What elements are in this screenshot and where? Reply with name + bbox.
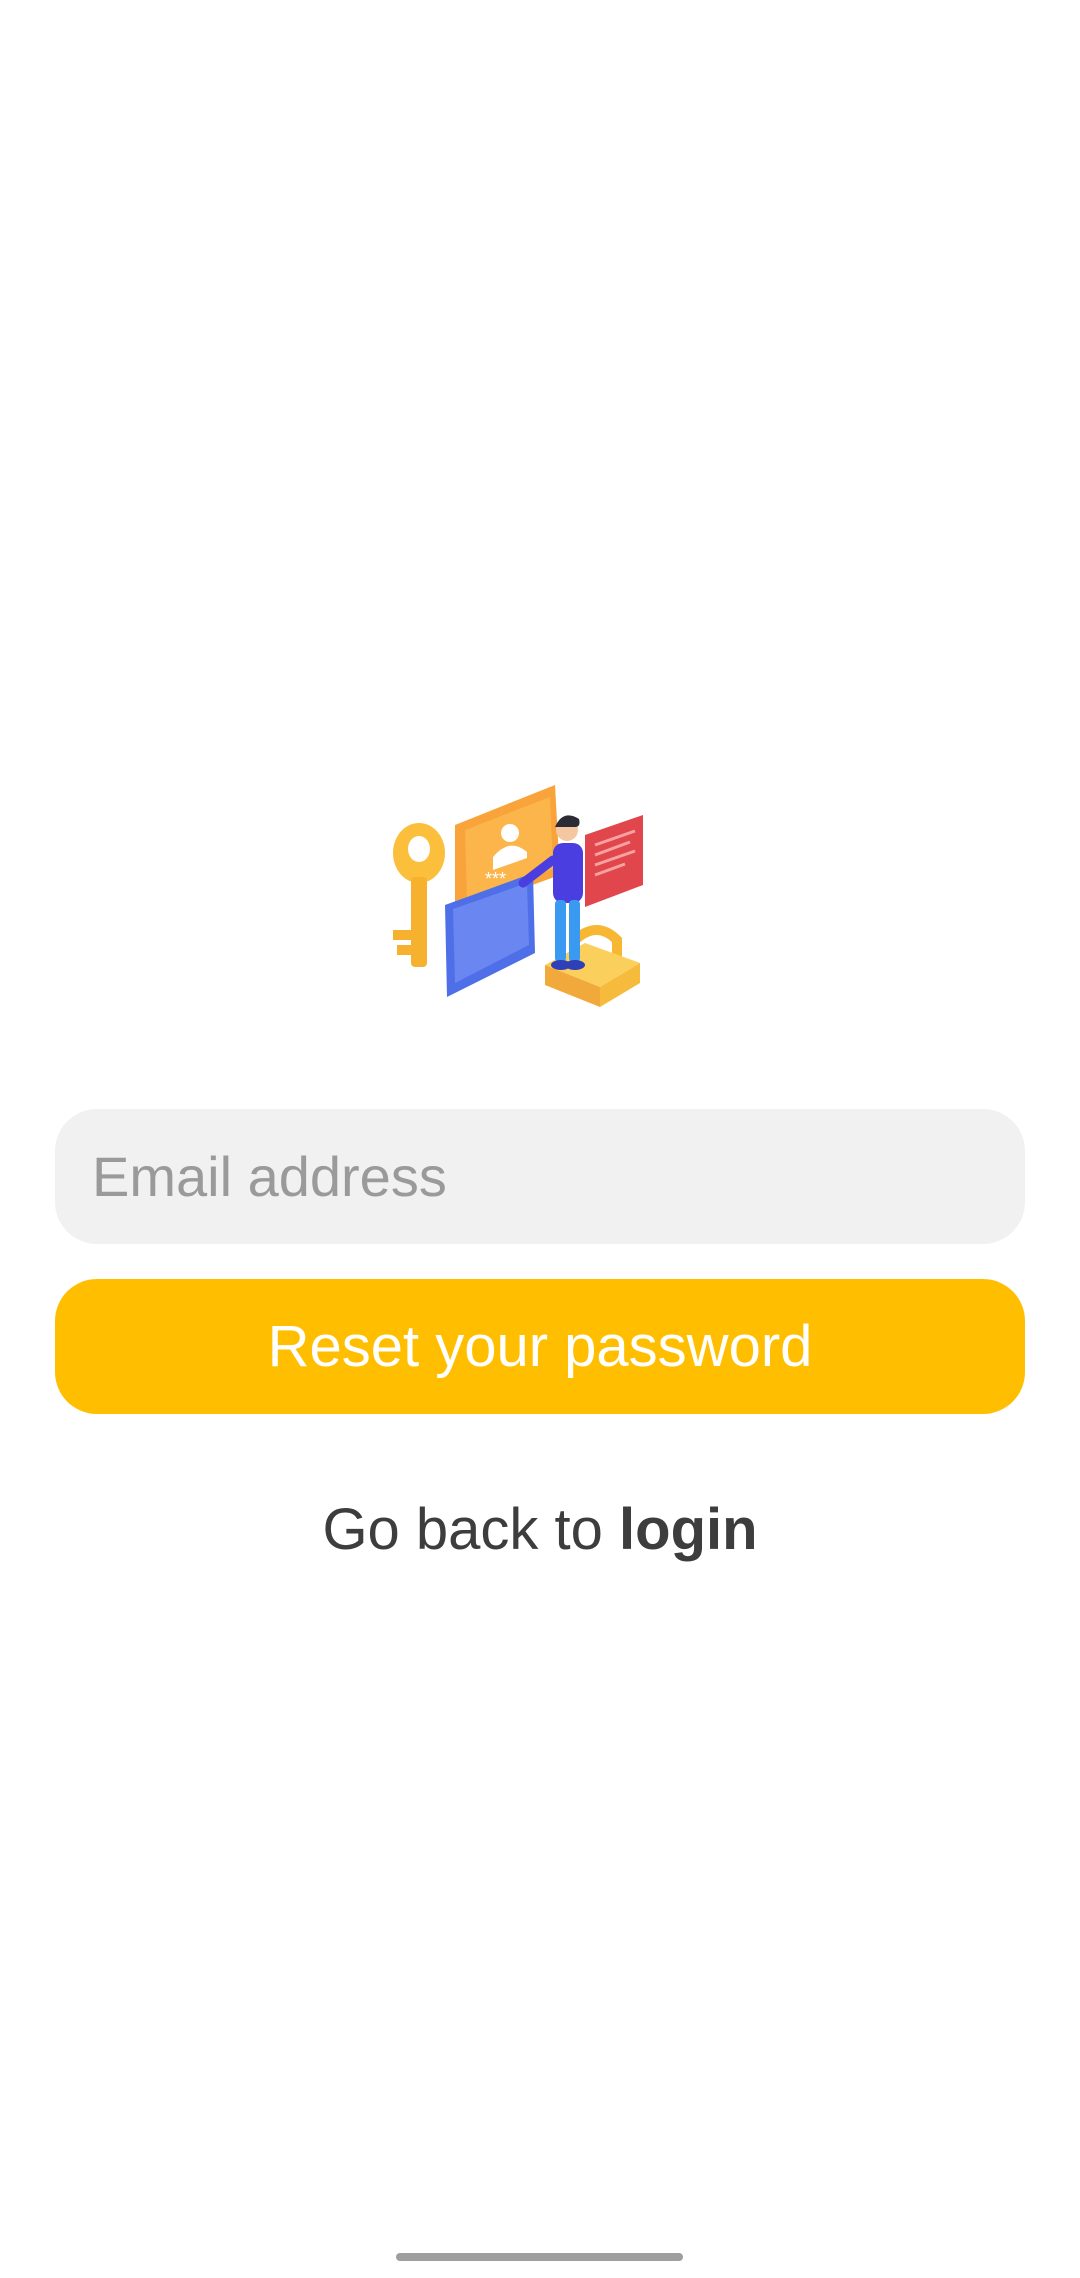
email-field[interactable] bbox=[55, 1109, 1025, 1244]
code-card-icon bbox=[585, 815, 643, 907]
reset-password-label: Reset your password bbox=[267, 1314, 813, 1379]
login-link[interactable]: login bbox=[619, 1497, 758, 1562]
reset-password-button[interactable]: Reset your password bbox=[55, 1279, 1025, 1414]
back-to-login: Go back to login bbox=[0, 1495, 1080, 1565]
key-icon bbox=[393, 823, 445, 967]
back-to-login-prefix: Go back to bbox=[322, 1497, 620, 1562]
home-indicator[interactable] bbox=[396, 2253, 683, 2261]
password-reset-illustration: *** bbox=[385, 785, 655, 1025]
email-input[interactable] bbox=[90, 1143, 1025, 1210]
